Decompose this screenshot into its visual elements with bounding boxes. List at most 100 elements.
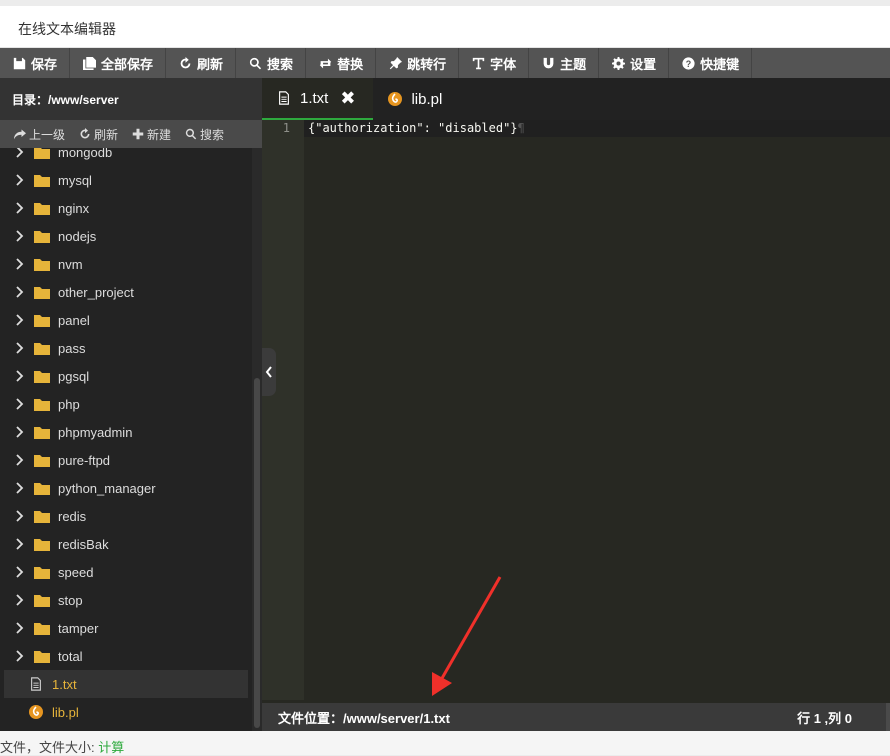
tree-folder[interactable]: total [0,642,252,670]
chevron-right-icon [14,230,26,242]
tree-file[interactable]: 1.txt [4,670,248,698]
tree-file[interactable]: lib.pl [4,698,248,726]
window-title: 在线文本编辑器 [18,21,116,37]
tree-folder[interactable]: redis [0,502,252,530]
tree-scrollbar[interactable] [252,148,262,731]
go-up-button[interactable]: 上一级 [14,126,65,143]
folder-name: stop [58,592,83,608]
file-sidebar: 目录：/www/server 上一级 刷新 新建 搜索 mongodb mysql… [0,78,262,731]
tree-folder[interactable]: pure-ftpd [0,446,252,474]
save-all-button[interactable]: 全部保存 [70,48,167,78]
save-button[interactable]: 保存 [0,48,71,78]
tree-folder[interactable]: panel [0,306,252,334]
chevron-right-icon [14,566,26,578]
tree-folder[interactable]: nginx [0,194,252,222]
chevron-right-icon [14,482,26,494]
folder-icon [34,426,50,439]
dir-refresh-button[interactable]: 刷新 [79,126,118,143]
refresh-button[interactable]: 刷新 [166,48,237,78]
file-name: 1.txt [52,676,77,692]
line-gutter: 1 [262,120,304,700]
folder-name: redisBak [58,536,109,552]
help-icon: ? [681,56,695,70]
new-file-label: 新建 [147,127,172,142]
share-icon [14,129,26,140]
tree-folder[interactable]: tamper [0,614,252,642]
folder-icon [34,286,50,299]
refresh-icon [178,56,192,70]
theme-label: 主题 [560,56,587,72]
tree-folder[interactable]: nodejs [0,222,252,250]
chevron-right-icon [14,594,26,606]
chevron-right-icon [14,370,26,382]
tree-folder[interactable]: nvm [0,250,252,278]
folder-icon [34,538,50,551]
dir-search-button[interactable]: 搜索 [185,126,224,143]
editor-window: 在线文本编辑器 保存 全部保存 刷新 搜索 替换 跳转行 字体 主题 设置 ? … [0,6,890,755]
tab-lib-pl[interactable]: lib.pl [373,78,460,120]
folder-icon [34,370,50,383]
tree-folder[interactable]: other_project [0,278,252,306]
go-up-label: 上一级 [29,127,66,142]
directory-path: 目录：/www/server [0,78,262,120]
chevron-right-icon [14,650,26,662]
collapse-sidebar-button[interactable] [262,348,276,396]
folder-icon [34,230,50,243]
perl-icon [387,91,403,107]
folder-icon [34,314,50,327]
chevron-right-icon [14,398,26,410]
tree-folder[interactable]: php [0,390,252,418]
folder-icon [34,454,50,467]
gear-icon [611,56,625,70]
search-label: 搜索 [267,56,294,72]
theme-button[interactable]: 主题 [529,48,600,78]
code-line[interactable]: {"authorization": "disabled"}¶ [308,121,525,135]
tree-scroll-thumb[interactable] [254,378,260,728]
chevron-right-icon [14,622,26,634]
goto-line-label: 跳转行 [407,56,447,72]
folder-name: total [58,648,83,664]
file-size-label: 文件，文件大小: [0,740,99,755]
chevron-left-icon [265,366,272,378]
font-icon [471,56,485,70]
tree-folder[interactable]: phpmyadmin [0,418,252,446]
tree-folder[interactable]: pgsql [0,362,252,390]
tree-folder[interactable]: stop [0,586,252,614]
tree-folder[interactable]: speed [0,558,252,586]
tree-folder[interactable]: redisBak [0,530,252,558]
folder-icon [34,258,50,271]
tree-folder[interactable]: mongodb [0,148,252,166]
shortcuts-button[interactable]: ? 快捷键 [669,48,753,78]
code-editor[interactable]: 1 {"authorization": "disabled"}¶ [262,120,890,700]
new-file-button[interactable]: 新建 [132,126,171,143]
tree-folder[interactable]: pass [0,334,252,362]
calculate-link[interactable]: 计算 [98,740,124,755]
search-button[interactable]: 搜索 [236,48,307,78]
tab-1-txt[interactable]: 1.txt ✖ [262,78,374,120]
font-label: 字体 [490,56,517,72]
goto-line-button[interactable]: 跳转行 [376,48,460,78]
folder-icon [34,202,50,215]
file-location: 文件位置：/www/server/1.txt [278,710,450,726]
directory-actions: 上一级 刷新 新建 搜索 [0,120,262,148]
tree-folder[interactable]: mysql [0,166,252,194]
font-button[interactable]: 字体 [459,48,530,78]
folder-name: python_manager [58,480,156,496]
pin-icon [388,56,402,70]
status-bar: 文件位置：/www/server/1.txt 行 1 ,列 0 [262,703,890,731]
chevron-right-icon [14,426,26,438]
replace-button[interactable]: 替换 [306,48,377,78]
settings-button[interactable]: 设置 [599,48,670,78]
perl-icon [28,704,44,720]
folder-icon [34,398,50,411]
folder-name: mysql [58,172,92,188]
save-label: 保存 [31,56,58,72]
folder-name: mongodb [58,148,113,160]
replace-label: 替换 [337,56,364,72]
close-icon[interactable]: ✖ [340,88,355,109]
file-tree: mongodb mysql nginx nodejs nvm other_project p… [0,148,252,731]
tree-folder[interactable]: python_manager [0,474,252,502]
folder-name: tamper [58,620,99,636]
folder-icon [34,594,50,607]
search-icon [248,56,262,70]
